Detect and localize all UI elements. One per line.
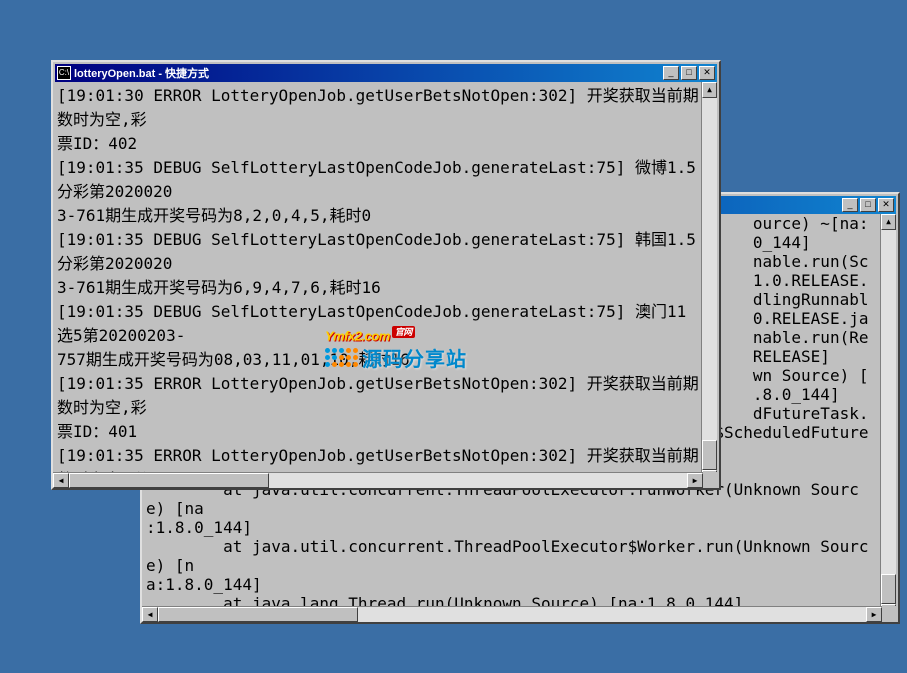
scroll-track[interactable] xyxy=(881,230,896,604)
vertical-scrollbar[interactable]: ▲ ▼ xyxy=(880,214,896,620)
app-icon: C:\ xyxy=(57,66,71,80)
console-line: at java.util.concurrent.ThreadPoolExecut… xyxy=(146,537,878,575)
scroll-thumb[interactable] xyxy=(881,574,896,604)
scroll-left-button[interactable]: ◀ xyxy=(142,607,158,622)
scrollbar-corner xyxy=(703,472,719,488)
scroll-up-button[interactable]: ▲ xyxy=(881,214,896,230)
scroll-right-button[interactable]: ▶ xyxy=(687,473,703,488)
console-line: 3-761期生成开奖号码为8,2,0,4,5,耗时0 xyxy=(57,202,699,226)
console-line: [19:01:35 ERROR LotteryOpenJob.getUserBe… xyxy=(57,370,699,418)
scrollbar-corner xyxy=(882,606,898,622)
console-output-front[interactable]: [19:01:30 ERROR LotteryOpenJob.getUserBe… xyxy=(55,82,701,486)
console-window-front: C:\ lotteryOpen.bat - 快捷方式 _ □ ✕ [19:01:… xyxy=(51,60,721,490)
console-line: 3-761期生成开奖号码为6,9,4,7,6,耗时16 xyxy=(57,274,699,298)
scroll-track-h[interactable] xyxy=(158,607,866,622)
titlebar-buttons: _ □ ✕ xyxy=(840,198,894,212)
maximize-button[interactable]: □ xyxy=(860,198,876,212)
scroll-track-h[interactable] xyxy=(69,473,687,488)
horizontal-scrollbar[interactable]: ◀ ▶ xyxy=(53,472,703,488)
console-line: 757期生成开奖号码为08,03,11,01,10,耗时16 xyxy=(57,346,699,370)
scroll-thumb-h[interactable] xyxy=(158,607,358,622)
titlebar-buttons: _ □ ✕ xyxy=(661,66,715,80)
maximize-button[interactable]: □ xyxy=(681,66,697,80)
console-line: 票ID：402 xyxy=(57,130,699,154)
scroll-track[interactable] xyxy=(702,98,717,470)
console-line: [19:01:35 DEBUG SelfLotteryLastOpenCodeJ… xyxy=(57,154,699,202)
minimize-button[interactable]: _ xyxy=(663,66,679,80)
console-line: [19:01:35 DEBUG SelfLotteryLastOpenCodeJ… xyxy=(57,298,699,346)
horizontal-scrollbar[interactable]: ◀ ▶ xyxy=(142,606,882,622)
window-title-front: lotteryOpen.bat - 快捷方式 xyxy=(74,65,661,81)
scroll-right-button[interactable]: ▶ xyxy=(866,607,882,622)
scroll-thumb[interactable] xyxy=(702,440,717,470)
minimize-button[interactable]: _ xyxy=(842,198,858,212)
console-line: [19:01:30 ERROR LotteryOpenJob.getUserBe… xyxy=(57,82,699,130)
scroll-thumb-h[interactable] xyxy=(69,473,269,488)
vertical-scrollbar[interactable]: ▲ ▼ xyxy=(701,82,717,486)
console-line: a:1.8.0_144] xyxy=(146,575,878,594)
scroll-up-button[interactable]: ▲ xyxy=(702,82,717,98)
close-button[interactable]: ✕ xyxy=(699,66,715,80)
titlebar-front[interactable]: C:\ lotteryOpen.bat - 快捷方式 _ □ ✕ xyxy=(55,64,717,82)
scroll-left-button[interactable]: ◀ xyxy=(53,473,69,488)
console-line: [19:01:35 DEBUG SelfLotteryLastOpenCodeJ… xyxy=(57,226,699,274)
console-line: :1.8.0_144] xyxy=(146,518,878,537)
close-button[interactable]: ✕ xyxy=(878,198,894,212)
console-line: 票ID：401 xyxy=(57,418,699,442)
